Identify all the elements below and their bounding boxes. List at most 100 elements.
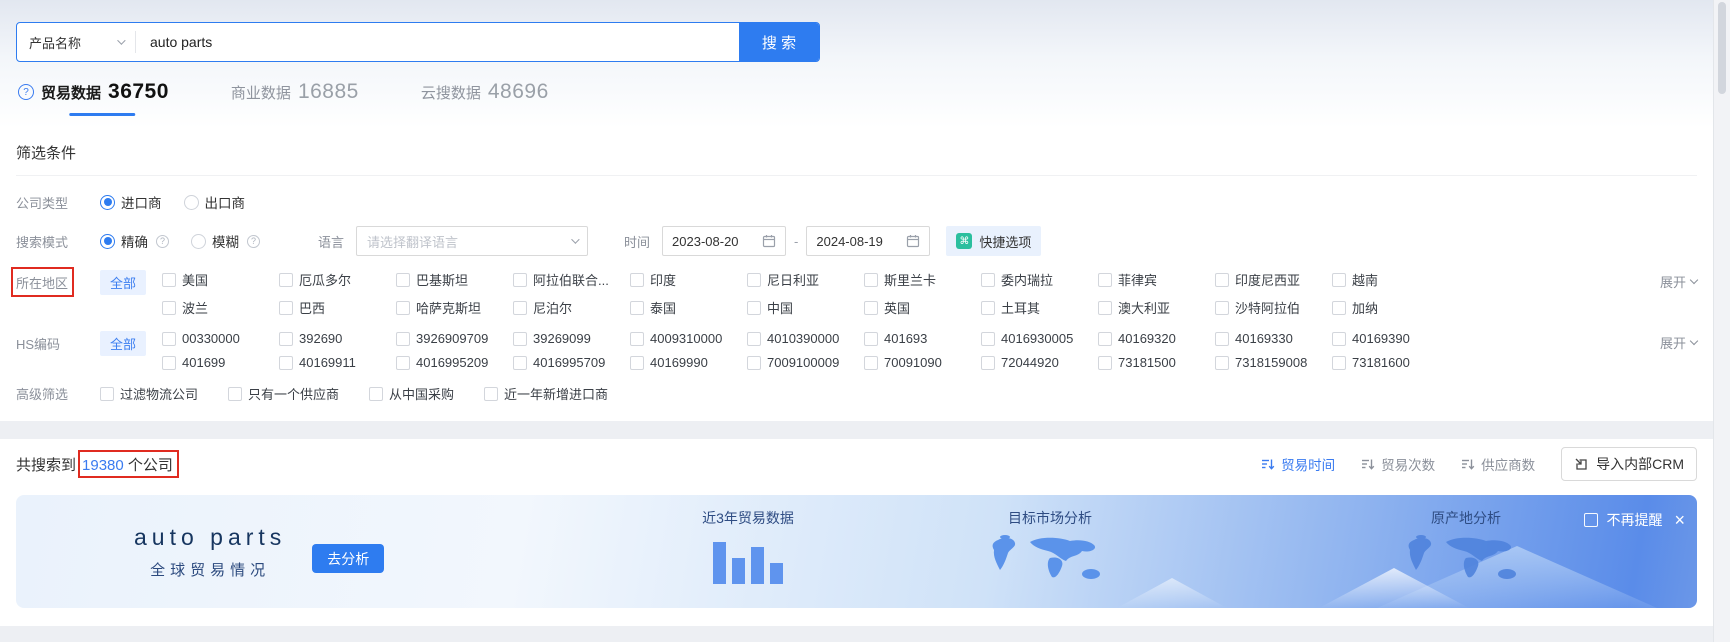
region-option[interactable]: 印度 <box>630 270 747 289</box>
region-option[interactable]: 波兰 <box>162 298 279 317</box>
checkbox[interactable] <box>279 331 294 346</box>
hscode-option[interactable]: 40169330 <box>1215 331 1332 346</box>
checkbox[interactable] <box>162 355 177 370</box>
language-select[interactable]: 请选择翻译语言 <box>356 226 589 256</box>
info-icon[interactable]: ? <box>247 234 260 248</box>
checkbox[interactable] <box>981 355 996 370</box>
region-option[interactable]: 澳大利亚 <box>1098 298 1215 317</box>
region-option[interactable]: 加纳 <box>1332 298 1449 317</box>
region-option[interactable]: 斯里兰卡 <box>864 270 981 289</box>
search-category-select[interactable]: 产品名称 <box>17 23 135 61</box>
region-option[interactable]: 中国 <box>747 298 864 317</box>
scrollbar[interactable] <box>1713 0 1730 642</box>
hscode-option[interactable]: 7318159008 <box>1215 355 1332 370</box>
hscode-option[interactable]: 40169390 <box>1332 331 1449 346</box>
region-option[interactable]: 沙特阿拉伯 <box>1215 298 1332 317</box>
checkbox[interactable] <box>1215 331 1230 346</box>
checkbox[interactable] <box>100 386 114 401</box>
hscode-option[interactable]: 401699 <box>162 355 279 370</box>
hscode-option[interactable]: 40169911 <box>279 355 396 370</box>
sort-trade-count[interactable]: 贸易次数 <box>1361 454 1435 474</box>
checkbox[interactable] <box>1332 272 1347 287</box>
checkbox[interactable] <box>1332 331 1347 346</box>
dismiss-checkbox[interactable] <box>1584 513 1599 527</box>
hscode-option[interactable]: 73181600 <box>1332 355 1449 370</box>
checkbox[interactable] <box>1215 272 1230 287</box>
checkbox[interactable] <box>369 386 384 401</box>
checkbox[interactable] <box>484 386 499 401</box>
hscode-option[interactable]: 4010390000 <box>747 331 864 346</box>
tab-cloud-search-data[interactable]: 云搜数据 48696 <box>421 80 549 104</box>
region-expand-button[interactable]: 展开 <box>1660 270 1699 291</box>
region-option[interactable]: 美国 <box>162 270 279 289</box>
checkbox[interactable] <box>162 300 177 315</box>
checkbox[interactable] <box>396 272 411 287</box>
checkbox[interactable] <box>747 300 762 315</box>
checkbox[interactable] <box>228 386 243 401</box>
region-option[interactable]: 尼日利亚 <box>747 270 864 289</box>
checkbox[interactable] <box>513 355 528 370</box>
radio-icon[interactable] <box>183 194 199 210</box>
checkbox[interactable] <box>630 331 645 346</box>
hscode-expand-button[interactable]: 展开 <box>1660 331 1699 352</box>
region-option[interactable]: 越南 <box>1332 270 1449 289</box>
checkbox[interactable] <box>396 300 411 315</box>
hscode-option[interactable]: 392690 <box>279 331 396 346</box>
hscode-option[interactable]: 00330000 <box>162 331 279 346</box>
advanced-option[interactable]: 只有一个供应商 <box>228 384 339 403</box>
checkbox[interactable] <box>1098 272 1113 287</box>
checkbox[interactable] <box>1215 300 1230 315</box>
checkbox[interactable] <box>1215 355 1230 370</box>
hscode-option[interactable]: 4016995709 <box>513 355 630 370</box>
checkbox[interactable] <box>630 355 645 370</box>
checkbox[interactable] <box>279 355 294 370</box>
analyze-button[interactable]: 去分析 <box>312 544 385 573</box>
sort-trade-time[interactable]: 贸易时间 <box>1261 454 1335 474</box>
checkbox[interactable] <box>1332 300 1347 315</box>
hscode-option[interactable]: 40169990 <box>630 355 747 370</box>
advanced-option[interactable]: 从中国采购 <box>369 384 454 403</box>
checkbox[interactable] <box>162 272 177 287</box>
region-option[interactable]: 泰国 <box>630 298 747 317</box>
hscode-option[interactable]: 73181500 <box>1098 355 1215 370</box>
hscode-option[interactable]: 4016995209 <box>396 355 513 370</box>
checkbox[interactable] <box>864 272 879 287</box>
radio-fuzzy-mode[interactable]: 模糊 <box>191 231 239 251</box>
checkbox[interactable] <box>279 272 294 287</box>
radio-exporter[interactable]: 出口商 <box>183 192 245 212</box>
checkbox[interactable] <box>396 355 411 370</box>
region-option[interactable]: 厄瓜多尔 <box>279 270 396 289</box>
hscode-option[interactable]: 39269099 <box>513 331 630 346</box>
radio-exact-mode[interactable]: 精确 <box>100 231 148 251</box>
info-icon[interactable]: ? <box>156 234 169 248</box>
region-option[interactable]: 土耳其 <box>981 298 1098 317</box>
start-date-input[interactable]: 2023-08-20 <box>662 226 787 256</box>
hscode-option[interactable]: 40169320 <box>1098 331 1215 346</box>
quick-options-button[interactable]: ⌘ 快捷选项 <box>946 226 1042 256</box>
checkbox[interactable] <box>630 300 645 315</box>
region-option[interactable]: 阿拉伯联合... <box>513 270 630 289</box>
checkbox[interactable] <box>396 331 411 346</box>
radio-icon[interactable] <box>191 233 206 249</box>
tab-business-data[interactable]: 商业数据 16885 <box>231 80 359 104</box>
radio-importer[interactable]: 进口商 <box>100 192 162 212</box>
checkbox[interactable] <box>864 355 879 370</box>
import-crm-button[interactable]: 导入内部CRM <box>1561 447 1697 481</box>
region-option[interactable]: 印度尼西亚 <box>1215 270 1332 289</box>
hscode-option[interactable]: 4009310000 <box>630 331 747 346</box>
end-date-input[interactable]: 2024-08-19 <box>806 226 931 256</box>
region-option[interactable]: 委内瑞拉 <box>981 270 1098 289</box>
checkbox[interactable] <box>513 272 528 287</box>
hscode-option[interactable]: 70091090 <box>864 355 981 370</box>
search-input[interactable] <box>136 34 739 50</box>
region-option[interactable]: 巴基斯坦 <box>396 270 513 289</box>
hscode-option[interactable]: 401693 <box>864 331 981 346</box>
checkbox[interactable] <box>981 300 996 315</box>
checkbox[interactable] <box>162 331 177 346</box>
checkbox[interactable] <box>981 272 996 287</box>
checkbox[interactable] <box>513 300 528 315</box>
radio-icon[interactable] <box>100 233 115 249</box>
checkbox[interactable] <box>630 272 645 287</box>
region-option[interactable]: 英国 <box>864 298 981 317</box>
advanced-option[interactable]: 过滤物流公司 <box>100 384 198 403</box>
